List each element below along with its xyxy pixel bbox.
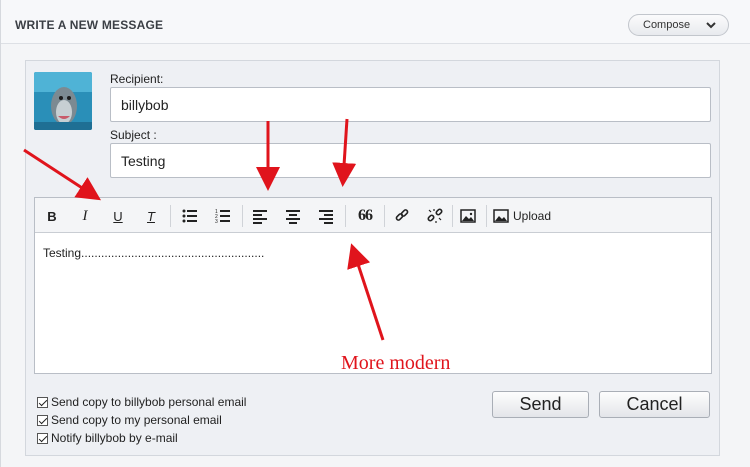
quote-icon[interactable]: 66 bbox=[353, 206, 377, 226]
clear-formatting-icon[interactable]: T bbox=[139, 206, 163, 226]
link-icon[interactable] bbox=[390, 206, 414, 226]
annotation-label: More modern bbox=[341, 352, 451, 374]
subject-label: Subject : bbox=[110, 128, 157, 142]
send-button[interactable]: Send bbox=[492, 391, 589, 418]
align-center-icon[interactable] bbox=[281, 206, 305, 226]
subject-input[interactable]: Testing bbox=[110, 143, 711, 178]
unlink-icon[interactable] bbox=[423, 206, 447, 226]
align-left-icon[interactable] bbox=[248, 206, 272, 226]
compose-label: Compose bbox=[643, 19, 691, 31]
cancel-button[interactable]: Cancel bbox=[599, 391, 710, 418]
bulleted-list-icon[interactable] bbox=[178, 206, 202, 226]
compose-button[interactable]: Compose bbox=[628, 14, 729, 36]
checkbox[interactable] bbox=[37, 396, 48, 408]
chevron-down-icon bbox=[706, 22, 716, 29]
underline-icon[interactable]: U bbox=[106, 206, 130, 226]
option-copy-self[interactable]: Send copy to my personal email bbox=[37, 413, 222, 427]
recipient-input[interactable]: billybob bbox=[110, 87, 711, 122]
message-editor: B I U T 123 66 Upload Testing...........… bbox=[34, 197, 712, 374]
page-title: WRITE A NEW MESSAGE bbox=[15, 18, 164, 32]
recipient-label: Recipient: bbox=[110, 72, 164, 86]
editor-text[interactable]: Testing.................................… bbox=[43, 246, 264, 260]
editor-toolbar: B I U T 123 66 Upload bbox=[35, 198, 711, 233]
option-label: Notify billybob by e-mail bbox=[51, 431, 178, 445]
option-copy-recipient[interactable]: Send copy to billybob personal email bbox=[37, 395, 246, 409]
upload-button[interactable]: Upload bbox=[493, 206, 551, 226]
avatar bbox=[34, 72, 92, 130]
option-label: Send copy to billybob personal email bbox=[51, 395, 247, 409]
checkbox[interactable] bbox=[37, 432, 48, 444]
window-header: WRITE A NEW MESSAGE Compose bbox=[1, 0, 750, 44]
checkbox[interactable] bbox=[37, 414, 48, 426]
option-notify[interactable]: Notify billybob by e-mail bbox=[37, 431, 178, 445]
message-window: WRITE A NEW MESSAGE Compose Recipient: b… bbox=[0, 0, 750, 467]
numbered-list-icon[interactable]: 123 bbox=[211, 206, 235, 226]
bold-icon[interactable]: B bbox=[40, 206, 64, 226]
italic-icon[interactable]: I bbox=[73, 206, 97, 226]
message-form: Recipient: billybob Subject : Testing B … bbox=[25, 60, 720, 456]
image-icon[interactable] bbox=[456, 206, 480, 226]
align-right-icon[interactable] bbox=[314, 206, 338, 226]
upload-label: Upload bbox=[513, 209, 552, 223]
upload-image-icon bbox=[493, 209, 509, 223]
option-label: Send copy to my personal email bbox=[51, 413, 222, 427]
svg-text:3: 3 bbox=[215, 219, 218, 225]
